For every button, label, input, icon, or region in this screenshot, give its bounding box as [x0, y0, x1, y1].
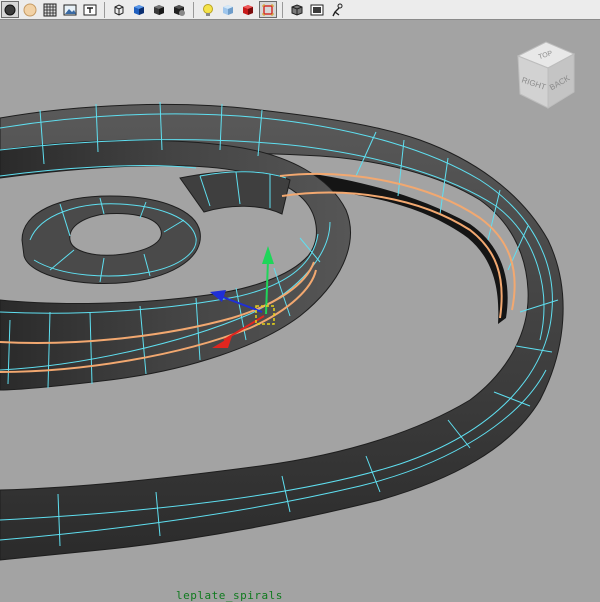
spiral-mesh[interactable] [0, 101, 564, 561]
isolate-select-button[interactable] [1, 1, 19, 18]
shaded-cube-button[interactable] [150, 1, 168, 18]
shaded-sphere-button[interactable] [21, 1, 39, 18]
textured-button[interactable] [219, 1, 237, 18]
smooth-shade-cube-icon [134, 4, 144, 15]
toolbar-separator [282, 1, 283, 18]
toolbar-separator [193, 1, 194, 18]
sphere-shaded-icon [23, 3, 37, 16]
wireframe-grid-button[interactable] [41, 1, 59, 18]
light-bulb-icon [203, 3, 213, 16]
hud-object-name: leplate_spirals [176, 589, 283, 602]
xray-cube-icon [291, 3, 303, 16]
lighting-button[interactable] [199, 1, 217, 18]
text-field-button[interactable] [81, 1, 99, 18]
image-plane-button[interactable] [61, 1, 79, 18]
xray-button[interactable] [288, 1, 306, 18]
wireframe-cube-button[interactable] [110, 1, 128, 18]
film-gate-button[interactable] [308, 1, 326, 18]
shadows-button[interactable] [239, 1, 257, 18]
text-field-icon [83, 4, 97, 15]
wireframe-cube-icon [114, 3, 124, 16]
shaded-dark-cube-icon [154, 4, 164, 15]
textured-cube-icon [223, 4, 233, 15]
smooth-shade-button[interactable] [130, 1, 148, 18]
image-plane-icon [63, 4, 77, 15]
manip-y-arrow[interactable] [262, 246, 274, 264]
inner-junction [179, 171, 291, 215]
default-material-icon [174, 4, 185, 16]
view-cube[interactable]: TOP RIGHT BACK [508, 38, 584, 110]
viewport-toolbar [0, 0, 600, 20]
joint-tool-icon [332, 3, 343, 16]
joint-tool-button[interactable] [328, 1, 346, 18]
inner-coil [21, 195, 201, 285]
default-material-button[interactable] [170, 1, 188, 18]
isolate-select-icon [4, 4, 16, 15]
film-gate-icon [310, 4, 324, 15]
toolbar-separator [104, 1, 105, 18]
frame-selected-icon [262, 3, 274, 16]
red-cube-icon [243, 4, 253, 15]
wireframe-grid-icon [43, 3, 57, 16]
3d-viewport[interactable]: TOP RIGHT BACK [0, 21, 600, 600]
frame-selected-button[interactable] [259, 1, 277, 18]
